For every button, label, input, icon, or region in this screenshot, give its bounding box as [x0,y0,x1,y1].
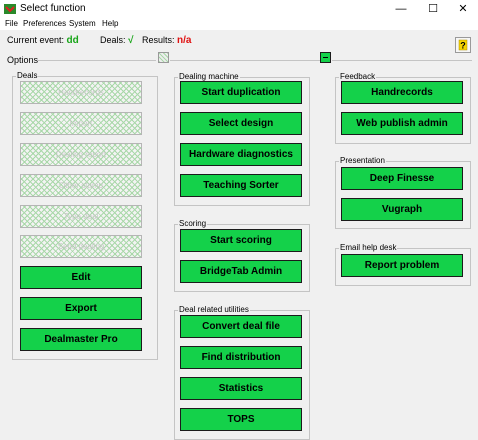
current-event-value: dd [66,35,79,46]
title-bar: Select function — ☐ ✕ [0,0,478,19]
results-value: n/a [177,35,192,46]
options-expand-button[interactable] [158,52,169,63]
minimize-icon[interactable]: — [386,0,416,18]
current-event-label: Current event: [7,35,65,45]
tops-button[interactable]: TOPS [180,408,302,431]
menu-preferences[interactable]: Preferences [23,18,66,30]
menu-help[interactable]: Help [102,18,118,30]
options-divider-mid [170,60,320,61]
minus-icon [323,57,328,58]
results-label: Results: [142,35,175,45]
start-duplication-button[interactable]: Start duplication [180,81,302,104]
vugraph-button[interactable]: Vugraph [341,198,463,221]
options-divider [38,60,156,61]
help-button[interactable]: ? [455,37,471,53]
statistics-button[interactable]: Statistics [180,377,302,400]
select-design-button[interactable]: Select design [180,112,302,135]
start-scoring-button[interactable]: Start scoring [180,229,302,252]
close-icon[interactable]: ✕ [448,0,478,18]
options-label: Options [7,55,39,65]
edit-button[interactable]: Edit [20,266,142,289]
teaching-sorter-button[interactable]: Teaching Sorter [180,174,302,197]
menu-bar: File Preferences System Help [0,18,478,30]
send-dealing-disabled-button: Send dealing [20,235,142,258]
presentation-group-label: Presentation [339,156,386,166]
help-icon: ? [458,39,468,51]
other-stamp-disabled-button: Other stamp [20,174,142,197]
current-event: Current event: dd [7,35,79,46]
deal-utilities-group-label: Deal related utilities [178,305,250,315]
import-disabled-button: Import [20,112,142,135]
menu-file[interactable]: File [5,18,18,30]
deals-label: Deals: [100,35,126,45]
web-publish-admin-button[interactable]: Web publish admin [341,112,463,135]
bridgetab-admin-button[interactable]: BridgeTab Admin [180,260,302,283]
results-status: Results: n/a [142,35,191,46]
export-button[interactable]: Export [20,297,142,320]
options-collapse-button[interactable] [320,52,331,63]
menu-system[interactable]: System [69,18,96,30]
type-deal-disabled-button: Type deal [20,205,142,228]
dealing-report-disabled-button: Dealing report [20,143,142,166]
deals-value: √ [128,35,134,46]
options-divider-right [332,60,472,61]
app-icon [4,4,16,14]
maximize-icon[interactable]: ☐ [418,0,448,18]
hardware-diagnostics-button[interactable]: Hardware diagnostics [180,143,302,166]
deep-finesse-button[interactable]: Deep Finesse [341,167,463,190]
handrecords-disabled-button: Handrecords [20,81,142,104]
find-distribution-button[interactable]: Find distribution [180,346,302,369]
dealmaster-pro-button[interactable]: Dealmaster Pro [20,328,142,351]
deals-status: Deals: √ [100,35,134,46]
deals-group-label: Deals [16,71,39,81]
email-help-group-label: Email help desk [339,243,398,253]
convert-deal-file-button[interactable]: Convert deal file [180,315,302,338]
window-title: Select function [20,3,86,14]
scoring-group-label: Scoring [178,219,208,229]
svg-text:?: ? [460,41,466,51]
handrecords-button[interactable]: Handrecords [341,81,463,104]
report-problem-button[interactable]: Report problem [341,254,463,277]
